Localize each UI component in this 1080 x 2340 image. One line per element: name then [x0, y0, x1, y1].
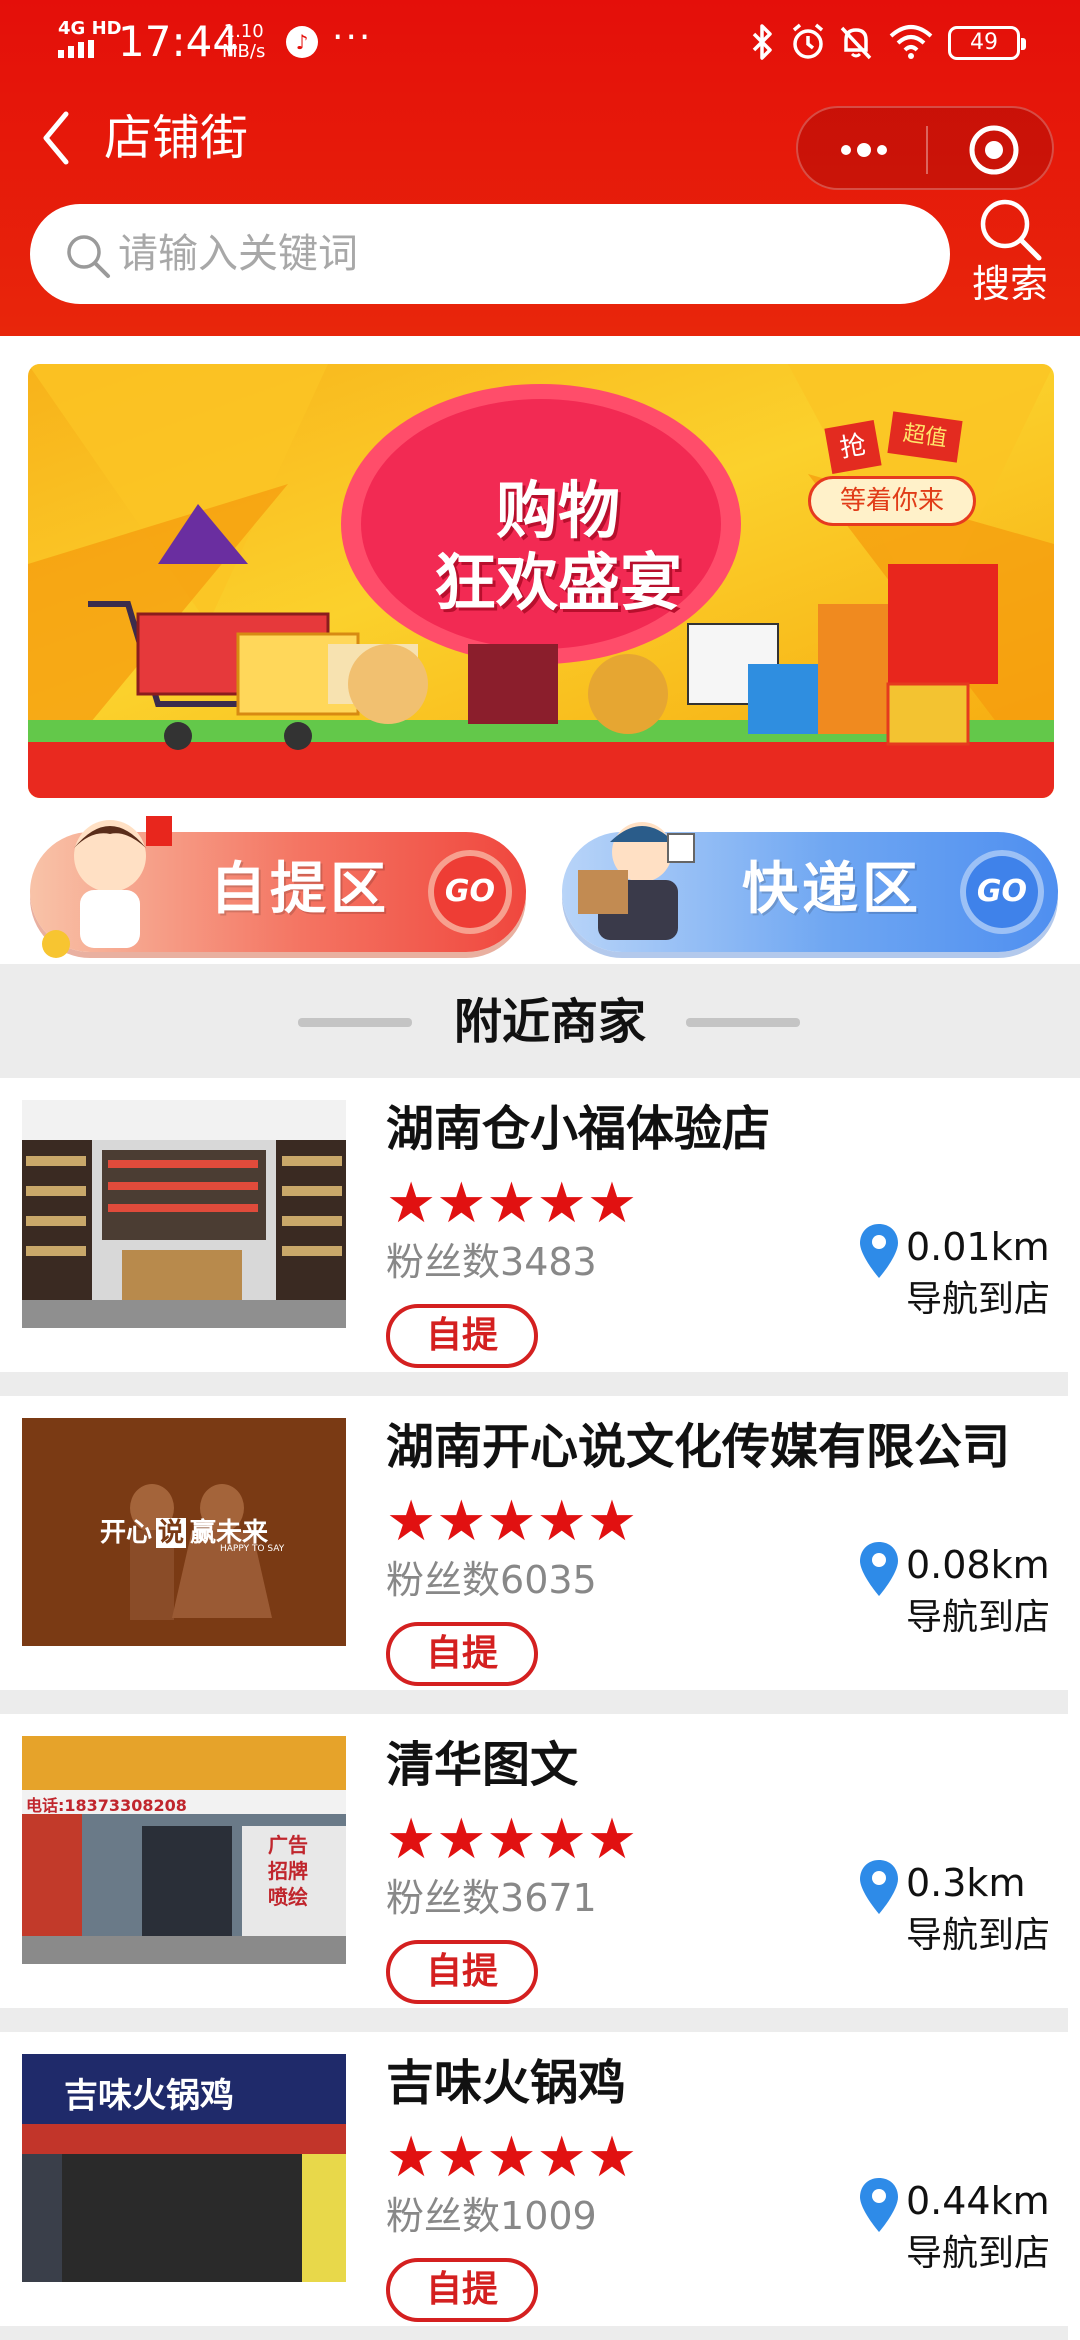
- navigate-to-store-link[interactable]: 导航到店: [906, 1912, 1050, 1960]
- nearby-section-header: 附近商家: [0, 964, 1080, 1078]
- fans-count: 1009: [500, 2194, 597, 2238]
- back-arrow-icon[interactable]: [36, 108, 76, 168]
- fans-label: 粉丝数: [386, 1558, 501, 1602]
- search-button[interactable]: 搜索: [958, 196, 1062, 312]
- pickup-tag[interactable]: 自提: [386, 1622, 538, 1686]
- merchant-card[interactable]: 吉味火锅鸡 吉味火锅鸡 ★★★★★ 粉丝数1009 自提 0.44km 导航到店: [0, 2032, 1068, 2340]
- thumb-subtitle: HAPPY TO SAY: [220, 1544, 285, 1554]
- location-pin-icon: [860, 1542, 898, 1596]
- merchant-name: 湖南开心说文化传媒有限公司: [386, 1419, 1011, 1475]
- fans-count: 3671: [500, 1876, 597, 1920]
- wifi-icon: [888, 22, 933, 62]
- net-speed-value: 1.10: [223, 21, 264, 42]
- fans-label: 粉丝数: [386, 1876, 501, 1920]
- search-button-label: 搜索: [971, 262, 1048, 306]
- merchant-card[interactable]: 电话:18373308208 广告 招牌 喷绘 清华图文 ★★★★★ 粉丝数36…: [0, 1714, 1068, 2032]
- merchant-name: 吉味火锅鸡: [386, 2055, 627, 2111]
- fans-label: 粉丝数: [386, 2194, 501, 2238]
- nav-bar: 店铺街: [0, 90, 1080, 200]
- banner-tag: 等着你来: [808, 476, 976, 526]
- pickup-zone-go: GO: [428, 850, 512, 934]
- fans-count: 6035: [500, 1558, 597, 1602]
- page: 4G HD 17:44 1.10 MB/s ♪ ··· 49 店铺街 请输入关键…: [0, 0, 1080, 2340]
- network-type: 4G HD: [58, 18, 122, 39]
- express-zone-label: 快递区: [742, 857, 922, 922]
- merchant-thumbnail: 吉味火锅鸡: [22, 2054, 346, 2282]
- pickup-tag[interactable]: 自提: [386, 1940, 538, 2004]
- express-zone-go: GO: [960, 850, 1044, 934]
- merchant-rating-stars: ★★★★★: [386, 1171, 638, 1236]
- capsule-divider: [926, 126, 928, 174]
- thumb-text-mid: 说: [156, 1518, 187, 1548]
- merchant-name: 清华图文: [386, 1737, 579, 1793]
- thumb-phone: 电话:18373308208: [26, 1796, 187, 1815]
- merchant-distance: 0.3km: [906, 1861, 1026, 1905]
- merchant-fans: 粉丝数6035: [386, 1556, 597, 1604]
- promo-banner[interactable]: 购物 狂欢盛宴 抢 超值 等着你来: [28, 364, 1054, 798]
- location-pin-icon: [860, 1224, 898, 1278]
- pickup-zone-button[interactable]: 自提区 GO: [30, 816, 526, 958]
- page-title: 店铺街: [104, 110, 249, 166]
- signal-icon: [58, 40, 94, 58]
- mute-bell-icon: [836, 22, 876, 62]
- merchant-fans: 粉丝数3671: [386, 1874, 597, 1922]
- express-zone-button[interactable]: 快递区 GO: [562, 822, 1058, 952]
- net-speed: 1.10 MB/s: [222, 22, 265, 62]
- merchant-card[interactable]: 开心说赢未来 HAPPY TO SAY 湖南开心说文化传媒有限公司 ★★★★★ …: [0, 1396, 1068, 1714]
- merchant-thumbnail: 开心说赢未来 HAPPY TO SAY: [22, 1418, 346, 1646]
- alarm-icon: [788, 22, 828, 62]
- merchant-rating-stars: ★★★★★: [386, 1807, 638, 1872]
- pickup-tag[interactable]: 自提: [386, 1304, 538, 1368]
- pickup-tag[interactable]: 自提: [386, 2258, 538, 2322]
- merchant-fans: 粉丝数1009: [386, 2192, 597, 2240]
- search-button-icon: [980, 199, 1042, 261]
- merchant-distance: 0.44km: [906, 2179, 1050, 2223]
- merchant-rating-stars: ★★★★★: [386, 2125, 638, 2190]
- merchant-list: 湖南仓小福体验店 ★★★★★ 粉丝数3483 自提 0.01km 导航到店 开心…: [0, 1078, 1080, 2340]
- merchant-card[interactable]: 湖南仓小福体验店 ★★★★★ 粉丝数3483 自提 0.01km 导航到店: [0, 1078, 1068, 1396]
- navigate-to-store-link[interactable]: 导航到店: [906, 1276, 1050, 1324]
- mascot-icon: [42, 816, 172, 958]
- merchant-distance: 0.01km: [906, 1225, 1050, 1269]
- header: 4G HD 17:44 1.10 MB/s ♪ ··· 49 店铺街 请输入关键…: [0, 0, 1080, 336]
- merchant-thumbnail: [22, 1100, 346, 1328]
- thumb-sign: 吉味火锅鸡: [64, 2076, 234, 2116]
- merchant-fans: 粉丝数3483: [386, 1238, 597, 1286]
- search-box[interactable]: [30, 204, 950, 304]
- banner-title-line2: 狂欢盛宴: [433, 546, 682, 619]
- net-speed-unit: MB/s: [222, 41, 266, 62]
- close-target-icon[interactable]: [966, 122, 1022, 178]
- navigate-to-store-link[interactable]: 导航到店: [906, 1594, 1050, 1642]
- merchant-thumbnail: 电话:18373308208 广告 招牌 喷绘: [22, 1736, 346, 1964]
- banner-ribbon-grab: 抢: [824, 420, 882, 474]
- bluetooth-icon: [742, 22, 782, 62]
- merchant-distance: 0.08km: [906, 1543, 1050, 1587]
- clock: 17:44: [118, 17, 240, 66]
- section-divider-right: [686, 1018, 800, 1027]
- search-icon: [67, 235, 110, 278]
- location-pin-icon: [860, 1860, 898, 1914]
- fans-label: 粉丝数: [386, 1240, 501, 1284]
- more-notifications: ···: [332, 17, 373, 58]
- music-icon: ♪: [286, 26, 318, 58]
- thumb-text-left: 开心: [100, 1518, 153, 1548]
- location-pin-icon: [860, 2178, 898, 2232]
- fans-count: 3483: [500, 1240, 597, 1284]
- section-title: 附近商家: [453, 994, 646, 1050]
- pickup-zone-label: 自提区: [210, 857, 390, 922]
- merchant-rating-stars: ★★★★★: [386, 1489, 638, 1554]
- search-input[interactable]: [118, 224, 918, 284]
- ellipsis-icon[interactable]: [834, 128, 894, 172]
- courier-icon: [578, 822, 695, 940]
- merchant-name: 湖南仓小福体验店: [386, 1101, 771, 1157]
- navigate-to-store-link[interactable]: 导航到店: [906, 2230, 1050, 2278]
- battery-level: 49: [948, 26, 1026, 60]
- mini-program-capsule: [796, 106, 1054, 190]
- status-bar: 4G HD 17:44 1.10 MB/s ♪ ··· 49: [0, 0, 1080, 90]
- thumb-sign: 广告 招牌 喷绘: [268, 1833, 308, 1909]
